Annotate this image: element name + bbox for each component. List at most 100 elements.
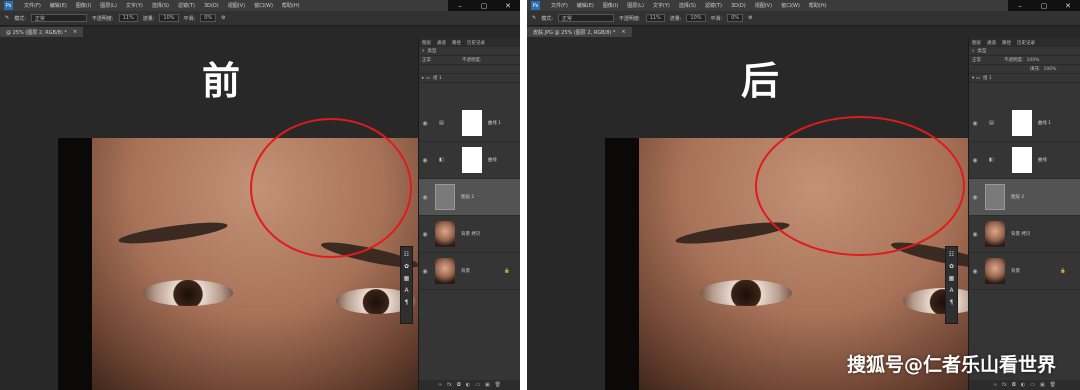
restore-icon[interactable]: ▢ [1032,0,1056,11]
close-icon[interactable]: ✕ [1056,0,1080,11]
document-tab[interactable]: 皮肤.JPG @ 25% (图层 2, RGB/8) * × [527,27,632,37]
panel-fill-value[interactable]: 100% [1044,67,1057,72]
brush-icon[interactable]: ✎ [5,15,9,21]
fx-icon[interactable]: fx [447,382,452,388]
menu-image[interactable]: 图像(I) [603,2,618,9]
layer-row[interactable]: ◉ 背景 拷贝 [419,216,520,253]
new-layer-icon[interactable]: ▣ [485,382,490,388]
menu-file[interactable]: 文件(F) [551,2,568,9]
menu-3d[interactable]: 3D(D) [204,3,219,9]
properties-icon[interactable]: ☷ [949,251,954,258]
menu-type[interactable]: 文字(Y) [653,2,670,9]
flow-field[interactable]: 10% [159,14,179,22]
menu-file[interactable]: 文件(F) [24,2,41,9]
menu-filter[interactable]: 滤镜(T) [705,2,722,9]
tab-channels[interactable]: 通道 [987,40,996,46]
menu-3d[interactable]: 3D(D) [731,3,746,9]
group-row[interactable]: ▸ ▭ 组 1 [419,74,520,83]
link-icon[interactable]: ∞ [993,382,997,388]
minimize-icon[interactable]: – [1008,0,1032,11]
character-icon[interactable]: A [404,287,408,294]
visibility-icon[interactable]: ◉ [969,157,981,164]
flow-field[interactable]: 10% [686,14,706,22]
close-icon[interactable]: ✕ [496,0,520,11]
mask-icon[interactable]: ◘ [1012,382,1016,388]
trash-icon[interactable]: 🗑 [1050,382,1056,388]
menu-view[interactable]: 视图(V) [755,2,772,9]
brush-icon[interactable]: ✎ [532,15,536,21]
paragraph-icon[interactable]: ¶ [405,299,409,306]
grid-icon[interactable]: ▦ [404,275,410,282]
opacity-field[interactable]: 11% [645,14,665,22]
tab-history[interactable]: 历史记录 [1017,40,1035,46]
panel-opacity-value[interactable]: 100% [1027,58,1040,63]
minimize-icon[interactable]: – [448,0,472,11]
menu-layer[interactable]: 图层(L) [627,2,644,9]
adjustment-layer-icon[interactable]: ◐ [1021,382,1025,388]
group-row[interactable]: ▾ ▭ 组 1 [969,74,1080,83]
kind-filter[interactable]: 类型 [428,48,437,54]
visibility-icon[interactable]: ◉ [419,268,431,275]
menu-window[interactable]: 窗口(W) [254,2,273,9]
menu-edit[interactable]: 编辑(E) [50,2,67,9]
layer-row-selected[interactable]: ◉ 图层 2 [969,179,1080,216]
new-group-icon[interactable]: ▭ [1030,382,1035,388]
paragraph-icon[interactable]: ¶ [950,299,954,306]
menu-view[interactable]: 视图(V) [228,2,245,9]
layer-row[interactable]: ◉ 背景 🔒 [969,253,1080,290]
trash-icon[interactable]: 🗑 [495,382,501,388]
blend-mode[interactable]: 正常 [972,57,981,63]
layer-row[interactable]: ◉ ◧ 曲线 [419,142,520,179]
settings-icon[interactable]: ⚙ [748,15,752,21]
tab-paths[interactable]: 路径 [1002,40,1011,46]
new-layer-icon[interactable]: ▣ [1040,382,1045,388]
menu-select[interactable]: 选择(S) [152,2,169,9]
layer-row[interactable]: ◉ 背景 拷贝 [969,216,1080,253]
menu-type[interactable]: 文字(Y) [126,2,143,9]
layer-row-selected[interactable]: ◉ 图层 2 [419,179,520,216]
brush-presets-icon[interactable]: ✿ [404,263,409,270]
menu-help[interactable]: 帮助(H) [282,2,300,9]
mask-icon[interactable]: ◘ [457,382,461,388]
visibility-icon[interactable]: ◉ [969,194,981,201]
visibility-icon[interactable]: ◉ [969,120,981,127]
smooth-field[interactable]: 0% [727,14,744,22]
kind-filter[interactable]: 类型 [978,48,987,54]
character-icon[interactable]: A [949,287,953,294]
visibility-icon[interactable]: ◉ [969,231,981,238]
layer-row[interactable]: ◉ ▤ 曲线 1 [969,105,1080,142]
tab-channels[interactable]: 通道 [437,40,446,46]
visibility-icon[interactable]: ◉ [969,268,981,275]
close-tab-icon[interactable]: × [73,29,77,35]
menu-select[interactable]: 选择(S) [679,2,696,9]
menu-help[interactable]: 帮助(H) [809,2,827,9]
mode-select[interactable]: 正常 [557,14,614,22]
menu-image[interactable]: 图像(I) [76,2,91,9]
tab-layers[interactable]: 图层 [422,40,431,46]
opacity-field[interactable]: 11% [118,14,138,22]
menu-filter[interactable]: 滤镜(T) [178,2,195,9]
link-icon[interactable]: ∞ [438,382,442,388]
layer-row[interactable]: ◉ 背景 🔒 [419,253,520,290]
tab-history[interactable]: 历史记录 [467,40,485,46]
document-tab[interactable]: @ 25% (图层 2, RGB/8) * × [0,27,84,37]
blend-mode[interactable]: 正常 [422,57,431,63]
visibility-icon[interactable]: ◉ [419,157,431,164]
menu-edit[interactable]: 编辑(E) [577,2,594,9]
visibility-icon[interactable]: ◉ [419,194,431,201]
close-tab-icon[interactable]: × [621,29,625,35]
mode-select[interactable]: 正常 [30,14,87,22]
brush-presets-icon[interactable]: ✿ [949,263,954,270]
fx-icon[interactable]: fx [1002,382,1007,388]
properties-icon[interactable]: ☷ [404,251,409,258]
visibility-icon[interactable]: ◉ [419,231,431,238]
layer-row[interactable]: ◉ ▤ 曲线 1 [419,105,520,142]
tab-paths[interactable]: 路径 [452,40,461,46]
tab-layers[interactable]: 图层 [972,40,981,46]
menu-window[interactable]: 窗口(W) [781,2,800,9]
visibility-icon[interactable]: ◉ [419,120,431,127]
new-group-icon[interactable]: ▭ [475,382,480,388]
settings-icon[interactable]: ⚙ [221,15,225,21]
layer-row[interactable]: ◉ ◧ 曲线 [969,142,1080,179]
adjustment-layer-icon[interactable]: ◐ [466,382,470,388]
